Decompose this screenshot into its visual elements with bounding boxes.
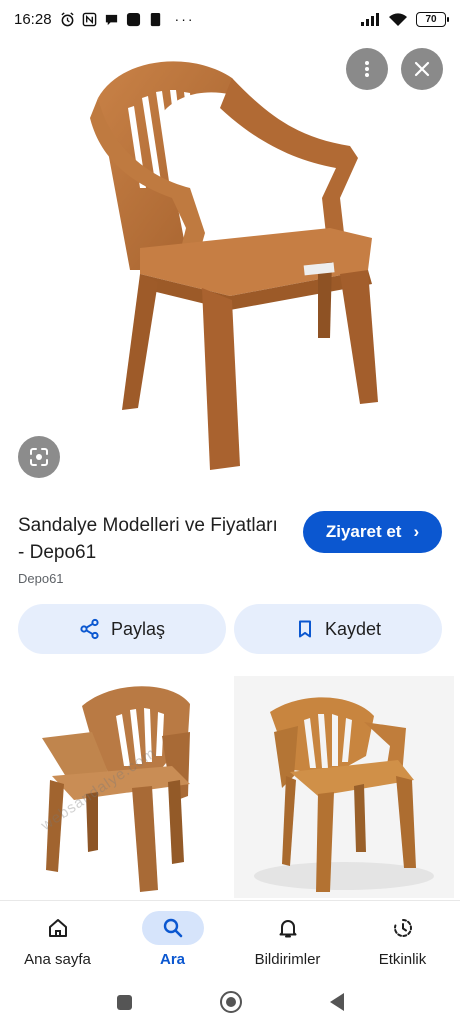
wifi-icon bbox=[388, 12, 408, 27]
related-image-2[interactable] bbox=[234, 676, 454, 898]
share-button[interactable]: Paylaş bbox=[18, 604, 226, 654]
chat-icon bbox=[104, 12, 119, 27]
nav-search-label: Ara bbox=[159, 951, 185, 968]
status-icons-left bbox=[60, 11, 163, 27]
nav-home[interactable]: Ana sayfa bbox=[0, 901, 115, 980]
nav-notifications-icon-wrap bbox=[257, 911, 319, 945]
related-chair-image-1 bbox=[12, 676, 224, 898]
related-chair-image-2 bbox=[234, 676, 454, 898]
more-options-button[interactable] bbox=[346, 48, 388, 90]
home-button[interactable] bbox=[219, 991, 242, 1013]
bookmark-icon bbox=[298, 620, 311, 638]
battery-icon: 70 bbox=[416, 11, 449, 27]
bell-icon bbox=[279, 920, 296, 938]
nav-home-icon-wrap bbox=[27, 911, 89, 945]
search-icon bbox=[163, 918, 182, 938]
visit-label: Ziyaret et bbox=[325, 522, 402, 541]
result-source: Depo61 bbox=[18, 571, 64, 586]
chair-image bbox=[90, 61, 378, 470]
visit-button[interactable]: Ziyaret et › bbox=[303, 511, 442, 553]
home-icon bbox=[48, 919, 67, 937]
chevron-right-icon: › bbox=[413, 522, 420, 541]
signal-icon bbox=[360, 12, 380, 27]
nav-activity-label: Etkinlik bbox=[378, 951, 427, 968]
more-notifications-dots: ··· bbox=[174, 11, 195, 27]
close-button[interactable] bbox=[401, 48, 443, 90]
status-bar: 16:28 ··· 70 bbox=[0, 0, 460, 38]
save-button[interactable]: Kaydet bbox=[234, 604, 442, 654]
save-label: Kaydet bbox=[324, 618, 382, 639]
bottom-nav: Ana sayfa Ara Bildirimler Etkinlik bbox=[0, 900, 460, 980]
result-title[interactable]: Sandalye Modelleri ve Fiyatları - Depo61 bbox=[18, 512, 288, 566]
nav-search-icon-wrap bbox=[141, 911, 204, 945]
alarm-icon bbox=[60, 11, 75, 27]
hero-image[interactable] bbox=[0, 38, 460, 488]
sim-icon bbox=[148, 12, 163, 27]
nav-activity[interactable]: Etkinlik bbox=[345, 901, 460, 980]
status-right: 70 bbox=[360, 11, 449, 27]
recents-button[interactable] bbox=[116, 994, 132, 1010]
share-label: Paylaş bbox=[110, 618, 166, 639]
related-image-1[interactable] bbox=[12, 676, 224, 898]
lens-button[interactable] bbox=[18, 436, 60, 478]
lens-icon bbox=[30, 448, 48, 466]
nav-notifications[interactable]: Bildirimler bbox=[230, 901, 345, 980]
nav-search[interactable]: Ara bbox=[115, 901, 230, 980]
close-icon bbox=[414, 61, 430, 77]
more-vertical-icon bbox=[365, 61, 369, 77]
back-button[interactable] bbox=[329, 993, 344, 1011]
status-time: 16:28 bbox=[14, 10, 52, 28]
nav-activity-icon-wrap bbox=[372, 911, 434, 945]
activity-icon bbox=[393, 919, 412, 937]
system-nav-bar bbox=[0, 980, 460, 1024]
nfc-icon bbox=[82, 12, 97, 27]
nav-notifications-label: Bildirimler bbox=[254, 951, 321, 968]
share-icon bbox=[80, 618, 99, 640]
nav-home-label: Ana sayfa bbox=[24, 951, 91, 968]
app-icon bbox=[126, 12, 141, 27]
